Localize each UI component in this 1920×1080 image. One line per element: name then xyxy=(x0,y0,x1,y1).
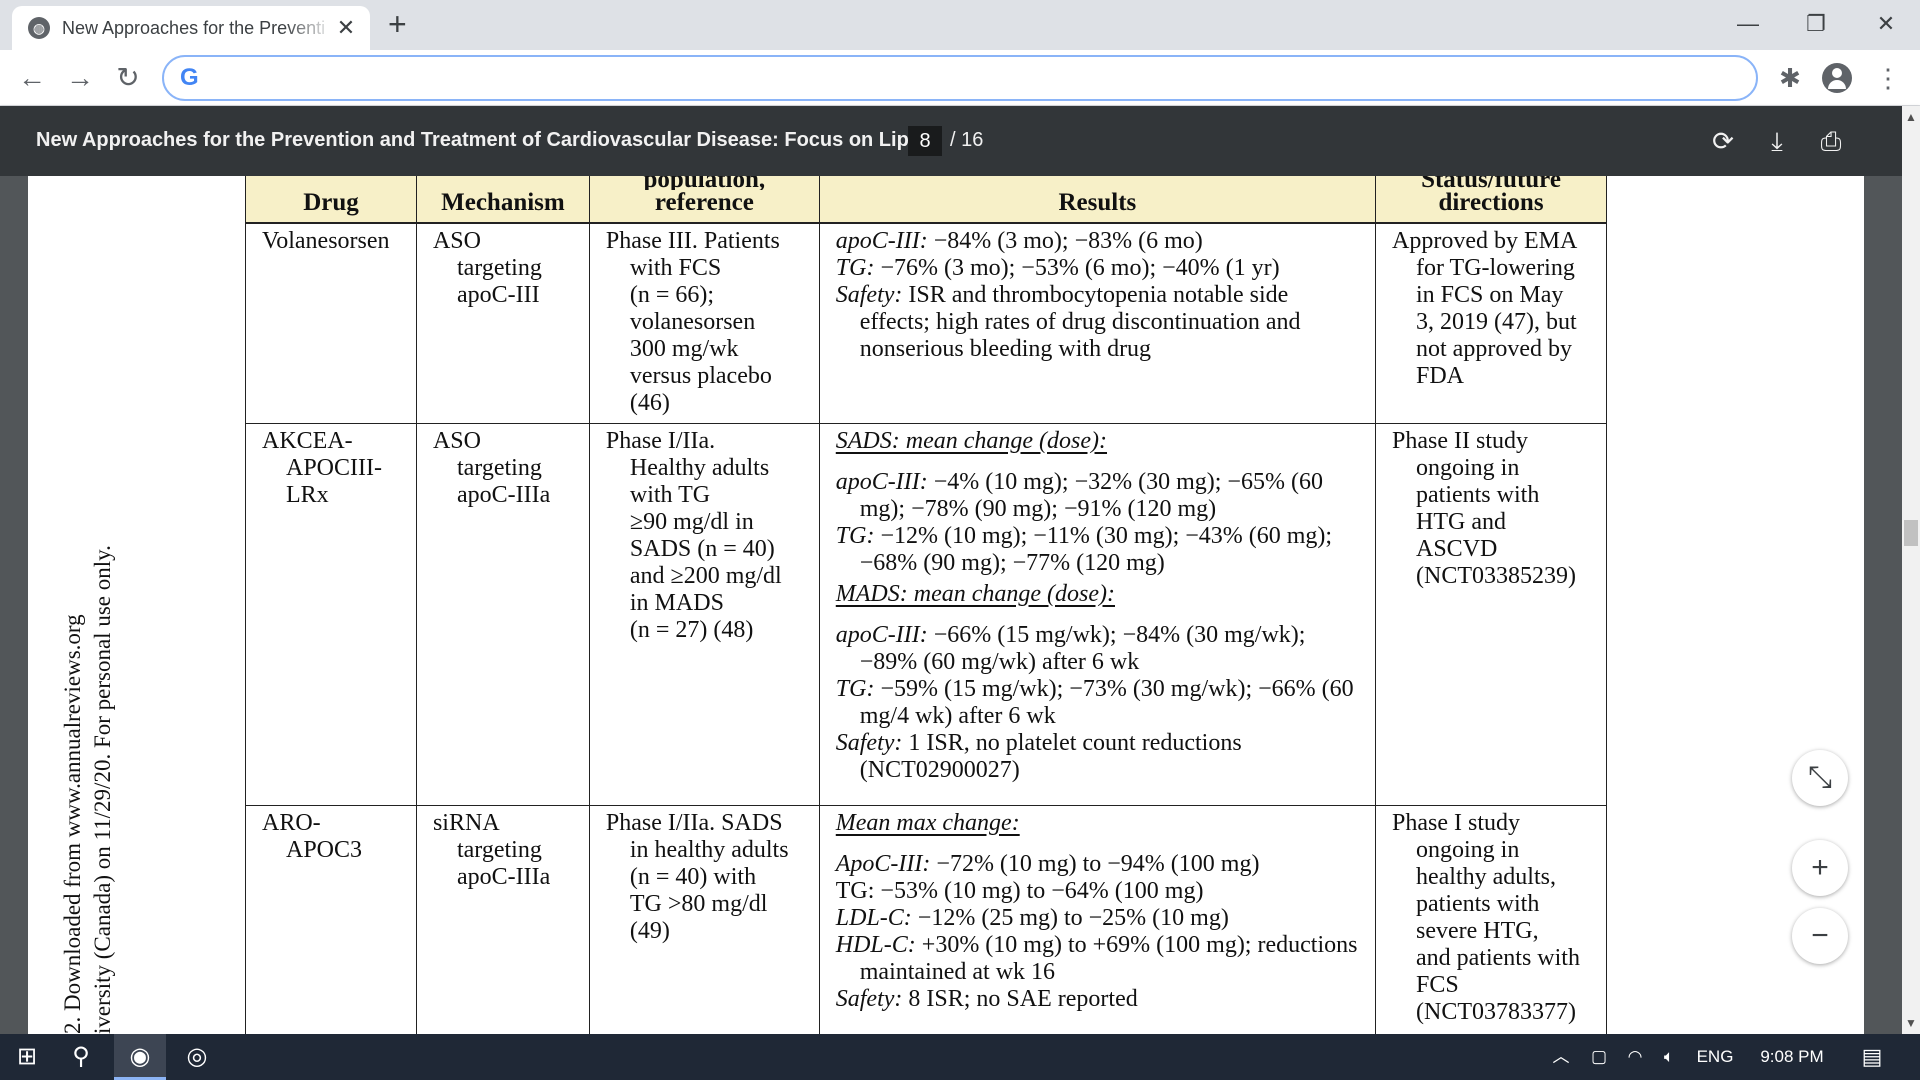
cell-population: Phase I/IIa. Healthy adults with TG ≥90 … xyxy=(588,423,820,806)
result-line: Safety: 8 ISR; no SAE reported xyxy=(835,985,1138,1012)
reload-icon[interactable]: ↻ xyxy=(110,60,146,96)
volume-icon[interactable]: 🔈︎ xyxy=(1654,1034,1684,1080)
cell-population: Phase I/IIa. SADS in healthy adults (n =… xyxy=(588,805,820,1034)
fit-to-page-icon[interactable]: ⤡ xyxy=(1792,750,1848,806)
browser-toolbar: ← → ↻ G ✱ ⋮ xyxy=(0,50,1920,106)
profile-avatar-icon[interactable] xyxy=(1822,63,1852,93)
header-status: Status/future directions xyxy=(1375,176,1607,224)
cell-results: apoC-III: −84% (3 mo); −83% (6 mo) TG: −… xyxy=(818,223,1377,424)
cell-status: Phase I study ongoing in healthy adults,… xyxy=(1375,805,1607,1034)
drug-table: Drug Mechanism population, reference Resu… xyxy=(245,176,1607,1034)
windows-start-icon[interactable]: ⊞ xyxy=(2,1034,52,1080)
pdf-viewport[interactable]: 2. Downloaded from www.annualreviews.org… xyxy=(0,176,1902,1034)
results-subheading: MADS: mean change (dose): xyxy=(835,580,1115,607)
browser-tab[interactable]: ◍ New Approaches for the Preventi ✕ xyxy=(12,6,370,50)
header-mechanism: Mechanism xyxy=(415,176,590,224)
cell-mechanism: ASO targeting apoC-IIIa xyxy=(415,423,590,806)
table-row: Volanesorsen ASO targeting apoC-III Phas… xyxy=(245,223,1607,424)
cell-results: Mean max change: ApoC-III: −72% (10 mg) … xyxy=(818,805,1377,1034)
page-total: / 16 xyxy=(950,129,984,151)
pdf-toolbar: New Approaches for the Prevention and Tr… xyxy=(0,106,1920,176)
download-icon[interactable]: ⤓ xyxy=(1760,125,1794,157)
address-bar[interactable]: G xyxy=(162,55,1758,101)
back-icon[interactable]: ← xyxy=(14,60,50,96)
table-header-row: Drug Mechanism population, reference Resu… xyxy=(245,176,1607,224)
rotate-icon[interactable]: ⟳ xyxy=(1706,125,1740,157)
result-line: TG: −12% (10 mg); −11% (30 mg); −43% (60… xyxy=(835,522,1333,576)
result-line: apoC-III: −84% (3 mo); −83% (6 mo) xyxy=(835,228,1203,254)
result-line: apoC-III: −4% (10 mg); −32% (30 mg); −65… xyxy=(835,468,1323,522)
cell-status: Phase II study ongoing in patients with … xyxy=(1375,423,1607,806)
result-line: HDL-C: +30% (10 mg) to +69% (100 mg); re… xyxy=(835,931,1358,985)
page-number-input[interactable]: 8 xyxy=(908,126,942,156)
restore-icon[interactable]: ❐ xyxy=(1796,8,1836,40)
meet-now-icon[interactable]: ▢ xyxy=(1584,1034,1614,1080)
download-notice: 2. Downloaded from www.annualreviews.org… xyxy=(60,545,115,1034)
chrome-taskbar-icon[interactable]: ◉ xyxy=(114,1034,166,1080)
result-line: Safety: 1 ISR, no platelet count reducti… xyxy=(835,729,1242,783)
taskbar: ⊞ ⚲ ◉ ◎ ︿ ▢ ◠ 🔈︎ ENG 9:08 PM ▤ xyxy=(0,1034,1920,1080)
result-line: ApoC-III: −72% (10 mg) to −94% (100 mg) xyxy=(835,850,1260,877)
result-line: Safety: ISR and thrombocytopenia notable… xyxy=(835,282,1301,362)
cell-mechanism: siRNA targeting apoC-IIIa xyxy=(415,805,590,1034)
tab-strip: ◍ New Approaches for the Preventi ✕ + — … xyxy=(0,0,1920,50)
print-icon[interactable]: ⎙ xyxy=(1814,125,1848,157)
header-population: population, reference xyxy=(588,176,820,224)
document-title: New Approaches for the Prevention and Tr… xyxy=(36,129,926,151)
result-line: LDL-C: −12% (25 mg) to −25% (10 mg) xyxy=(835,904,1229,931)
result-line: TG: −59% (15 mg/wk); −73% (30 mg/wk); −6… xyxy=(835,675,1354,729)
result-line: TG: −53% (10 mg) to −64% (100 mg) xyxy=(835,877,1204,904)
cell-results: SADS: mean change (dose): apoC-III: −4% … xyxy=(818,423,1377,806)
cell-mechanism: ASO targeting apoC-III xyxy=(415,223,590,424)
forward-icon[interactable]: → xyxy=(62,60,98,96)
network-icon[interactable]: ◠ xyxy=(1620,1034,1650,1080)
cell-status: Approved by EMA for TG-lowering in FCS o… xyxy=(1375,223,1607,424)
results-subheading: SADS: mean change (dose): xyxy=(835,427,1108,454)
vertical-scrollbar[interactable]: ▲ ▼ xyxy=(1902,106,1920,1034)
close-tab-icon[interactable]: ✕ xyxy=(334,15,358,41)
pdf-page: 2. Downloaded from www.annualreviews.org… xyxy=(28,176,1864,1034)
results-subheading: Mean max change: xyxy=(835,809,1020,836)
language-indicator[interactable]: ENG xyxy=(1692,1034,1738,1080)
globe-icon: ◍ xyxy=(28,17,50,39)
cell-drug: Volanesorsen xyxy=(245,223,417,424)
zoom-out-button[interactable]: − xyxy=(1792,908,1848,964)
clock[interactable]: 9:08 PM xyxy=(1752,1034,1832,1080)
tab-title: New Approaches for the Preventi xyxy=(62,17,326,38)
result-line: apoC-III: −66% (15 mg/wk); −84% (30 mg/w… xyxy=(835,621,1306,675)
extensions-icon[interactable]: ✱ xyxy=(1772,60,1808,96)
notifications-icon[interactable]: ▤ xyxy=(1852,1034,1892,1080)
zoom-in-button[interactable]: + xyxy=(1792,840,1848,896)
table-row: AKCEA- APOCIII- LRx ASO targeting apoC-I… xyxy=(245,423,1607,806)
omnibox-input[interactable] xyxy=(212,67,1756,89)
search-icon[interactable]: ⚲ xyxy=(56,1034,106,1080)
table-row: ARO- APOC3 siRNA targeting apoC-IIIa Pha… xyxy=(245,805,1607,1034)
scroll-up-arrow-icon[interactable]: ▲ xyxy=(1902,110,1920,124)
scrollbar-thumb[interactable] xyxy=(1904,520,1918,546)
cell-drug: ARO- APOC3 xyxy=(245,805,417,1034)
result-line: TG: −76% (3 mo); −53% (6 mo); −40% (1 yr… xyxy=(835,255,1280,281)
menu-kebab-icon[interactable]: ⋮ xyxy=(1870,60,1906,96)
scroll-down-arrow-icon[interactable]: ▼ xyxy=(1902,1016,1920,1030)
header-drug: Drug xyxy=(245,176,417,224)
google-icon: G xyxy=(180,64,199,91)
header-results: Results xyxy=(818,176,1377,224)
minimize-icon[interactable]: — xyxy=(1728,8,1768,40)
show-hidden-icons-icon[interactable]: ︿ xyxy=(1548,1034,1574,1080)
close-window-icon[interactable]: ✕ xyxy=(1866,8,1906,40)
cell-population: Phase III. Patients with FCS (n = 66); v… xyxy=(588,223,820,424)
new-tab-button[interactable]: + xyxy=(388,6,407,42)
cell-drug: AKCEA- APOCIII- LRx xyxy=(245,423,417,806)
media-app-icon[interactable]: ◎ xyxy=(172,1034,222,1080)
